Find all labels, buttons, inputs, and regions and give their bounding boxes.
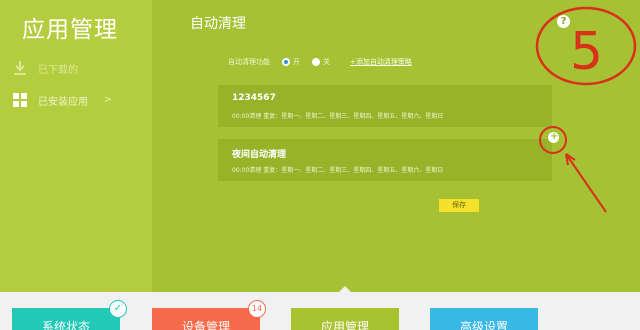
sidebar-item-installed[interactable]: 已安装应用 > (12, 92, 112, 108)
tab-app-management[interactable]: 应用管理 (291, 308, 399, 330)
auto-clean-toggle: 自动清理功能 开 关 +添加自动清理策略 (228, 57, 412, 67)
page-title: 自动清理 (190, 16, 246, 32)
add-policy-link[interactable]: +添加自动清理策略 (350, 57, 412, 67)
download-icon (12, 60, 28, 76)
device-count-badge: 14 (248, 300, 266, 318)
radio-on[interactable] (282, 58, 290, 66)
sidebar-item-label: 已安装应用 (38, 96, 88, 108)
schedule-days: 00:00清理 重复：星期一、星期二、星期三、星期四、星期五、星期六、星期日 (232, 167, 444, 174)
tab-device-management[interactable]: 设备管理 (152, 308, 260, 330)
radio-on-label: 开 (293, 58, 300, 66)
schedule-card[interactable]: 夜间自动清理 00:00清理 重复：星期一、星期二、星期三、星期四、星期五、星期… (218, 139, 552, 181)
sidebar: 应用管理 已下载的 已安装应用 > (0, 0, 152, 292)
schedule-name: 夜间自动清理 (232, 150, 287, 160)
schedule-card[interactable]: 1234567 00:00清理 重复：星期一、星期二、星期三、星期四、星期五、星… (218, 85, 552, 127)
active-tab-pointer (338, 286, 352, 293)
main-panel: 自动清理 ? 自动清理功能 开 关 +添加自动清理策略 1234567 00:0… (152, 0, 640, 292)
app-title: 应用管理 (22, 17, 118, 43)
schedule-days: 00:00清理 重复：星期一、星期二、星期三、星期四、星期五、星期六、星期日 (232, 113, 444, 120)
sidebar-item-downloaded[interactable]: 已下载的 (12, 60, 78, 76)
schedule-name: 1234567 (232, 93, 276, 103)
save-button[interactable]: 保存 (439, 199, 479, 212)
tab-advanced-settings[interactable]: 高级设置 (430, 308, 538, 330)
tab-system-status[interactable]: 系统状态 (12, 308, 120, 330)
sidebar-item-label: 已下载的 (38, 64, 78, 76)
chevron-right-icon: > (104, 95, 112, 105)
check-badge-icon: ✓ (109, 300, 127, 318)
help-icon[interactable]: ? (557, 15, 570, 28)
toggle-label: 自动清理功能 (228, 58, 270, 66)
radio-off[interactable] (312, 58, 320, 66)
radio-off-label: 关 (323, 58, 330, 66)
grid-icon (12, 92, 28, 108)
add-schedule-button[interactable] (548, 131, 559, 143)
